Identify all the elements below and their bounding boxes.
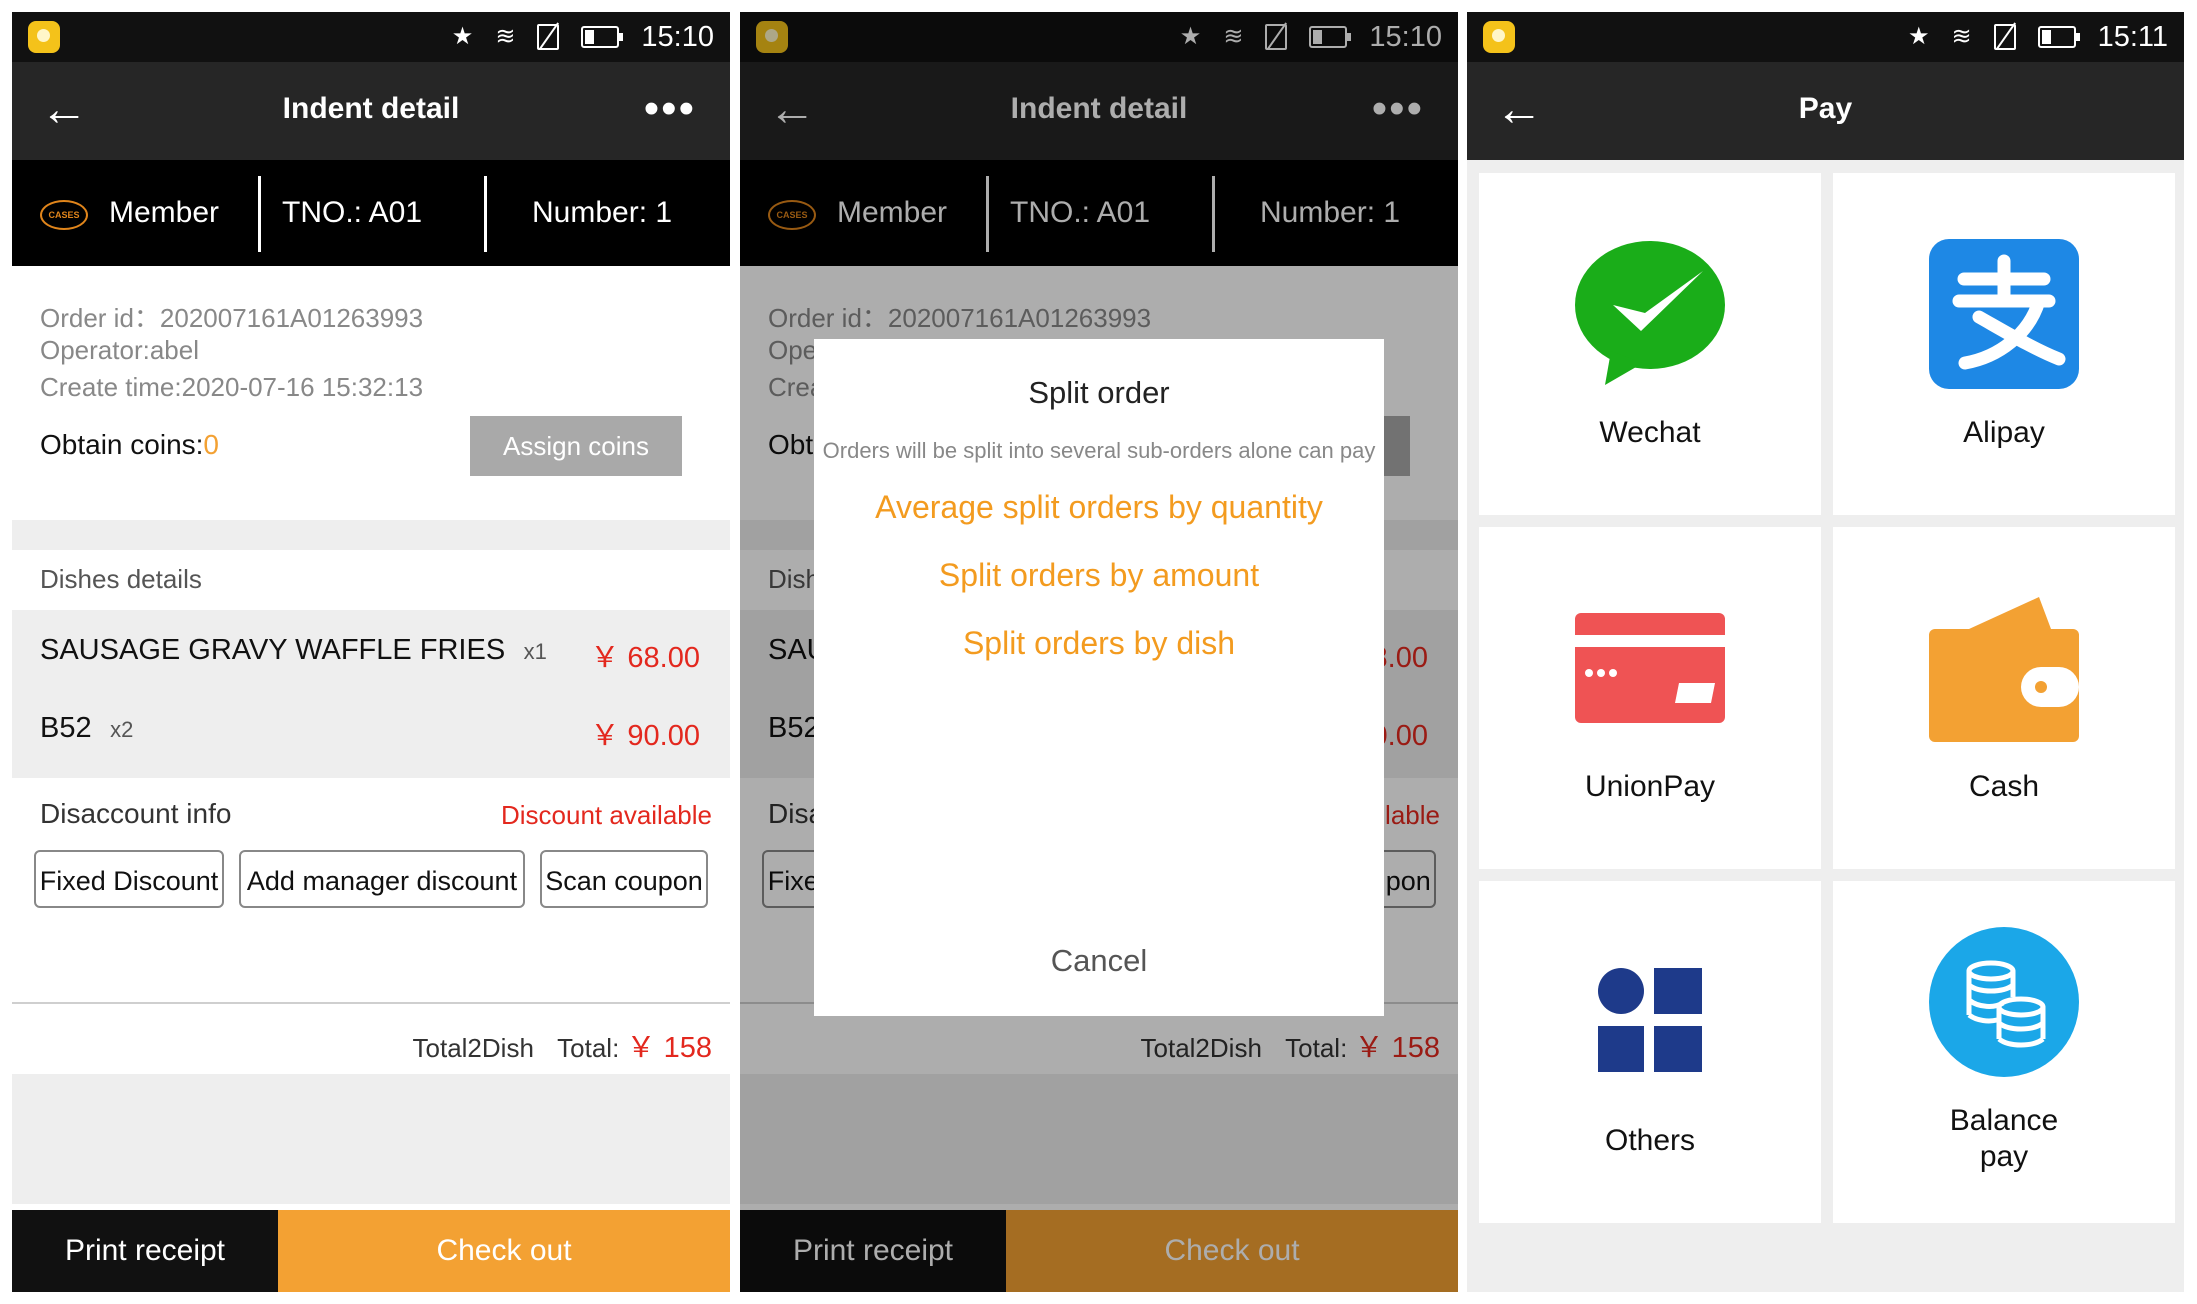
no-sim-icon	[537, 24, 560, 50]
discount-info-label: Disaccount info	[40, 798, 232, 829]
pay-balance-tile[interactable]: Balance pay	[1833, 881, 2175, 1223]
status-bar: ★ ≋ 15:11	[1467, 12, 2184, 62]
more-menu-icon[interactable]: •••	[644, 84, 696, 134]
fixed-discount-button[interactable]: Fixed Discount	[34, 850, 224, 908]
add-manager-discount-button[interactable]: Add manager discount	[239, 850, 525, 908]
coins-icon	[1929, 927, 2079, 1077]
obtain-coins-label: Obtain coins:	[40, 429, 204, 460]
total-label: Total:	[557, 1033, 620, 1063]
status-time: 15:11	[2097, 20, 2168, 53]
pay-alipay-tile[interactable]: Alipay	[1833, 173, 2175, 515]
app-icon	[28, 21, 60, 53]
split-order-screen: ★ ≋ 15:10 ← Indent detail ••• CASES Memb…	[740, 12, 1458, 1292]
dish-qty: x1	[523, 639, 547, 664]
pay-screen: ★ ≋ 15:11 ← Pay Wechat Alipay UnionPay C…	[1467, 12, 2184, 1292]
pay-cash-tile[interactable]: Cash	[1833, 527, 2175, 869]
list-item[interactable]: SAUSAGE GRAVY WAFFLE FRIES x1	[40, 634, 547, 667]
dish-name: SAUSAGE GRAVY WAFFLE FRIES	[40, 634, 506, 666]
divider	[484, 176, 487, 252]
divider	[12, 1002, 730, 1004]
wallet-icon	[1929, 597, 2079, 742]
divider	[258, 176, 261, 252]
order-id: Order id：202007161A01263993	[40, 303, 424, 333]
method-label: Wechat	[1599, 416, 1701, 449]
split-order-dialog: Split order Orders will be split into se…	[814, 339, 1384, 1016]
section-gap	[12, 520, 730, 550]
total-row: Total2Dish Total: ￥ 158	[413, 1024, 712, 1066]
wifi-icon: ≋	[1951, 23, 1972, 50]
total-dish-count: Total2Dish	[412, 1033, 534, 1063]
dish-qty: x2	[110, 717, 134, 742]
dish-price: ￥ 90.00	[590, 720, 700, 752]
guest-number: Number: 1	[532, 196, 673, 229]
total-value: ￥ 158	[626, 1032, 712, 1064]
indent-detail-screen: ★ ≋ 15:10 ← Indent detail ••• CASES Memb…	[12, 12, 730, 1292]
method-label: Alipay	[1963, 416, 2045, 449]
operator: Operator:abel	[40, 335, 199, 365]
split-by-amount-option[interactable]: Split orders by amount	[814, 557, 1384, 594]
dish-name: B52	[40, 712, 92, 744]
order-info-bar: CASES Member TNO.: A01 Number: 1	[12, 160, 730, 266]
dishes-header: Dishes details	[40, 564, 202, 594]
cancel-button[interactable]: Cancel	[814, 943, 1384, 979]
table-number: TNO.: A01	[282, 196, 423, 229]
method-label: Balance pay	[1949, 1104, 2059, 1173]
no-sim-icon	[1993, 24, 2016, 50]
bottom-spacer	[12, 1074, 730, 1204]
star-icon: ★	[451, 23, 474, 50]
status-bar: ★ ≋ 15:10	[12, 12, 730, 62]
wifi-icon: ≋	[495, 23, 516, 50]
title-bar: ← Indent detail •••	[12, 62, 730, 160]
dishes-list: SAUSAGE GRAVY WAFFLE FRIES x1 ￥ 68.00 B5…	[12, 610, 730, 778]
create-time: Create time:2020-07-16 15:32:13	[40, 372, 424, 402]
dialog-title: Split order	[1028, 375, 1170, 410]
method-label: Cash	[1968, 770, 2040, 803]
battery-icon	[581, 26, 624, 48]
member-button[interactable]: Member	[109, 196, 219, 230]
split-by-dish-option[interactable]: Split orders by dish	[814, 625, 1384, 662]
method-label: UnionPay	[1584, 770, 1716, 803]
battery-icon	[2037, 26, 2080, 48]
status-time: 15:10	[641, 20, 714, 53]
discount-available: Discount available	[500, 800, 712, 830]
app-icon	[1483, 21, 1515, 53]
assign-coins-button[interactable]: Assign coins	[470, 416, 682, 476]
check-out-button[interactable]: Check out	[278, 1210, 730, 1292]
dish-price: ￥ 68.00	[590, 642, 700, 674]
obtain-coins-value: 0	[203, 429, 219, 460]
pay-others-tile[interactable]: Others	[1479, 881, 1821, 1223]
pay-unionpay-tile[interactable]: UnionPay	[1479, 527, 1821, 869]
obtain-coins: Obtain coins:0	[40, 429, 219, 461]
alipay-icon	[1929, 239, 2079, 389]
page-title: Pay	[1798, 92, 1853, 125]
dialog-message: Orders will be split into several sub-or…	[822, 438, 1376, 463]
grid-apps-icon	[1598, 968, 1702, 1072]
method-label: Others	[1604, 1124, 1696, 1157]
star-icon: ★	[1907, 23, 1930, 50]
bank-card-icon	[1575, 613, 1725, 723]
pay-wechat-tile[interactable]: Wechat	[1479, 173, 1821, 515]
split-by-quantity-option[interactable]: Average split orders by quantity	[814, 489, 1384, 526]
page-title: Indent detail	[282, 92, 460, 125]
scan-coupon-button[interactable]: Scan coupon	[540, 850, 708, 908]
wechat-icon	[1575, 241, 1725, 385]
title-bar: ← Pay	[1467, 62, 2184, 160]
cases-logo: CASES	[40, 200, 88, 230]
list-item[interactable]: B52 x2	[40, 712, 133, 745]
print-receipt-button[interactable]: Print receipt	[12, 1210, 278, 1292]
